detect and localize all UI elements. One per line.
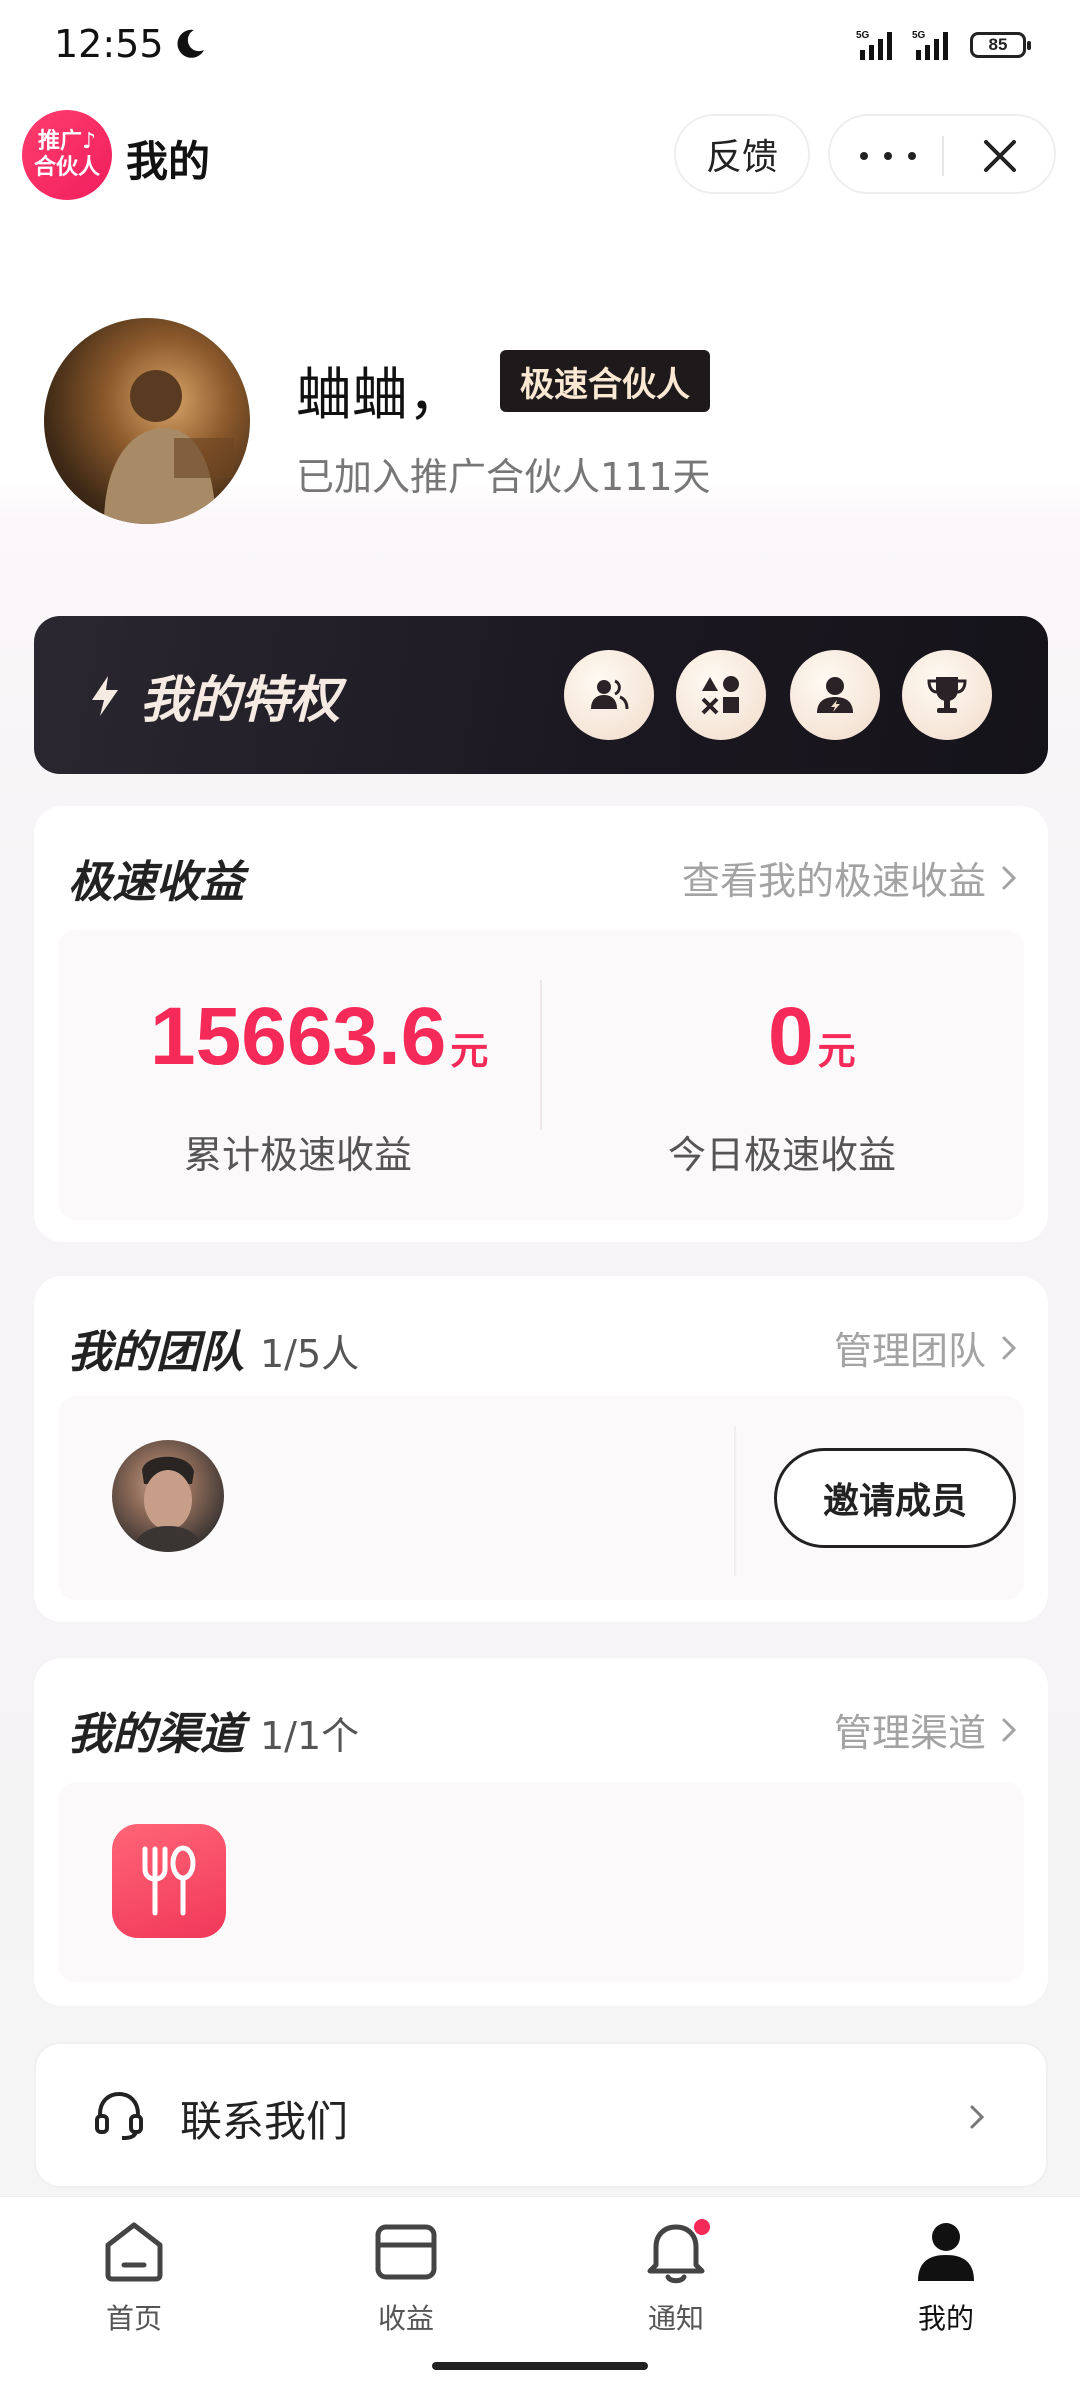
today-earnings-label: 今日极速收益 [667, 1133, 896, 1177]
team-divider [734, 1426, 738, 1576]
nav-home[interactable]: 首页 [44, 2215, 224, 2355]
status-time: 12:55 [54, 22, 164, 66]
nav-mine[interactable]: 我的 [856, 2215, 1036, 2355]
mini-program-capsule [828, 114, 1056, 194]
manage-team-label: 管理团队 [833, 1329, 986, 1373]
nav-mine-label: 我的 [917, 2302, 974, 2335]
today-earnings-value: 0元 [768, 990, 856, 1084]
team-member-avatar[interactable] [112, 1440, 224, 1552]
signal-icon: 5G [912, 30, 948, 60]
team-count: 1/5人 [260, 1332, 360, 1376]
channel-panel [58, 1782, 1024, 1982]
channel-card: 我的渠道 1/1个 管理渠道 [34, 1658, 1048, 2006]
earnings-panel: 15663.6 元 累计极速收益 0元 今日极速收益 [58, 930, 1024, 1220]
person-icon [918, 2223, 974, 2281]
home-icon [105, 2222, 163, 2282]
trophy-icon[interactable] [902, 650, 992, 740]
total-earnings-number: 15663.6 [150, 991, 447, 1082]
logo-line2: 合伙人 [33, 155, 100, 180]
earnings-title: 极速收益 [68, 857, 244, 908]
nav-earnings[interactable]: 收益 [316, 2215, 496, 2355]
home-indicator [432, 2362, 648, 2370]
contact-us-row[interactable]: 联系我们 [34, 2042, 1048, 2188]
earnings-divider [540, 980, 542, 1130]
total-earnings-unit: 元 [450, 1031, 489, 1073]
logo-line1: 推广♪ [37, 129, 97, 154]
team-title: 我的团队 1/5人 [68, 1316, 359, 1380]
total-earnings-label: 累计极速收益 [183, 1133, 412, 1177]
channel-title-text: 我的渠道 [68, 1709, 244, 1760]
nav-notifications[interactable]: 通知 [586, 2215, 766, 2355]
privilege-title: 我的特权 [88, 660, 340, 732]
more-icon[interactable] [860, 142, 916, 170]
app-logo: 推广♪ 合伙人 [22, 110, 112, 200]
team-title-text: 我的团队 [68, 1327, 244, 1378]
avatar-photo [104, 370, 234, 524]
category-icon[interactable] [676, 650, 766, 740]
channel-count: 1/1个 [260, 1714, 360, 1758]
battery-level: 85 [988, 35, 1008, 54]
privilege-card[interactable]: 我的特权 [34, 616, 1048, 774]
invite-member-button[interactable]: 邀请成员 [774, 1448, 1016, 1548]
manage-channel-label: 管理渠道 [833, 1711, 986, 1755]
team-panel: 邀请成员 [58, 1396, 1024, 1600]
svg-text:5G: 5G [856, 30, 870, 41]
team-icon[interactable] [564, 650, 654, 740]
fork-spoon-icon [142, 1845, 196, 1916]
nav-earnings-label: 收益 [377, 2302, 434, 2335]
total-earnings-value: 15663.6 元 [150, 990, 488, 1084]
agent-icon[interactable] [790, 650, 880, 740]
manage-team-link[interactable]: 管理团队 [834, 1320, 1018, 1375]
chevron-right-icon [1002, 866, 1017, 889]
moon-icon [177, 29, 204, 58]
header: 推广♪ 合伙人 我的 反馈 [0, 100, 1080, 210]
team-card: 我的团队 1/5人 管理团队 邀请成员 [34, 1276, 1048, 1622]
bolt-icon [92, 676, 118, 716]
wallet-icon [375, 2224, 437, 2280]
capsule-divider [942, 136, 944, 176]
vip-badge: 极速合伙人 [500, 350, 710, 412]
notification-dot [694, 2219, 710, 2235]
contact-us-label: 联系我们 [180, 2097, 349, 2146]
avatar[interactable] [44, 318, 250, 524]
nav-notifications-label: 通知 [647, 2302, 704, 2335]
channel-title: 我的渠道 1/1个 [68, 1698, 359, 1762]
signal-icon: 5G [856, 30, 892, 60]
joined-days-text: 已加入推广合伙人111天 [296, 455, 711, 499]
page-title: 我的 [126, 137, 211, 186]
food-channel-icon[interactable] [112, 1824, 226, 1938]
battery-icon: 85 [970, 32, 1031, 58]
view-earnings-label: 查看我的极速收益 [681, 859, 986, 903]
svg-text:5G: 5G [912, 30, 926, 41]
view-earnings-link[interactable]: 查看我的极速收益 [682, 850, 1018, 905]
feedback-button[interactable]: 反馈 [674, 114, 810, 194]
member-photo [132, 1456, 204, 1552]
privilege-title-text: 我的特权 [140, 671, 340, 729]
headset-icon [95, 2091, 143, 2140]
manage-channel-link[interactable]: 管理渠道 [834, 1702, 1018, 1757]
today-earnings-unit: 元 [817, 1031, 856, 1073]
chevron-right-icon [970, 2105, 985, 2129]
close-icon[interactable] [978, 134, 1022, 178]
user-name: 蛐蛐， [296, 363, 464, 428]
chevron-right-icon [1002, 1336, 1017, 1359]
nav-home-label: 首页 [105, 2302, 162, 2335]
today-earnings-number: 0 [768, 991, 814, 1082]
earnings-card: 极速收益 查看我的极速收益 15663.6 元 累计极速收益 0元 今日极速收益 [34, 806, 1048, 1242]
chevron-right-icon [1002, 1718, 1017, 1741]
status-bar: 12:55 5G 5G 85 [0, 0, 1080, 92]
